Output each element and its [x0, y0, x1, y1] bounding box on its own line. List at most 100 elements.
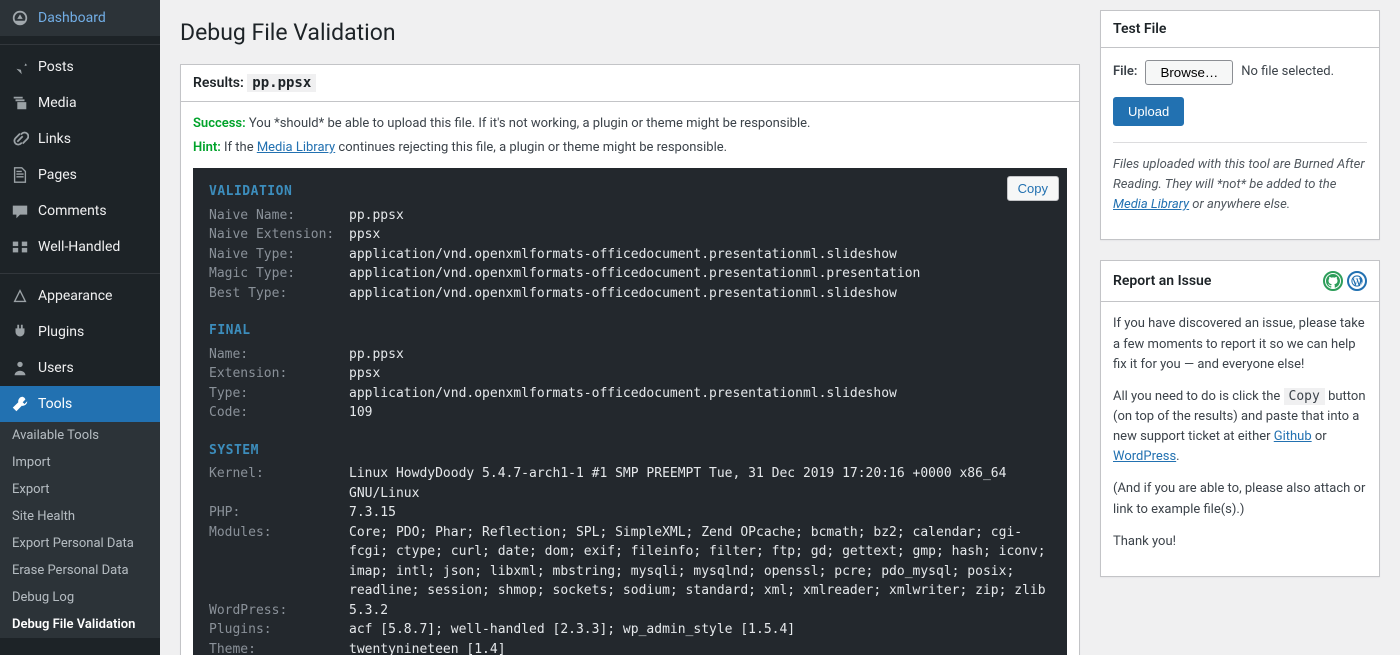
menu-dashboard[interactable]: Dashboard	[0, 0, 160, 36]
menu-comments[interactable]: Comments	[0, 193, 160, 229]
test-file-title: Test File	[1101, 11, 1379, 48]
menu-wellhandled[interactable]: Well-Handled	[0, 229, 160, 265]
row-php: PHP:7.3.15	[209, 503, 1051, 523]
menu-label: Well-Handled	[38, 239, 120, 255]
browse-button[interactable]: Browse…	[1145, 60, 1233, 85]
success-label: Success:	[193, 116, 246, 131]
pin-icon	[10, 57, 30, 77]
copy-code: Copy	[1284, 388, 1325, 405]
test-file-box: Test File File: Browse… No file selected…	[1100, 10, 1380, 240]
menu-label: Comments	[38, 203, 107, 219]
wellhandled-icon	[10, 237, 30, 257]
main-content: Debug File Validation Results: pp.ppsx S…	[160, 0, 1400, 655]
github-link[interactable]: Github	[1274, 429, 1312, 444]
report-title: Report an Issue	[1101, 261, 1379, 302]
page-title: Debug File Validation	[180, 19, 1080, 46]
success-line: Success: You *should* be able to upload …	[193, 114, 1067, 134]
dashboard-icon	[10, 8, 30, 28]
success-text: You *should* be able to upload this file…	[249, 116, 811, 131]
menu-pages[interactable]: Pages	[0, 157, 160, 193]
debug-output: Copy VALIDATION Naive Name:pp.ppsx Naive…	[193, 168, 1067, 655]
links-icon	[10, 129, 30, 149]
final-section: FINAL Name:pp.ppsx Extension:ppsx Type:a…	[209, 321, 1051, 423]
row-final-type: Type:application/vnd.openxmlformats-offi…	[209, 384, 1051, 404]
menu-media[interactable]: Media	[0, 85, 160, 121]
menu-label: Tools	[38, 396, 72, 412]
hint-label: Hint:	[193, 140, 221, 155]
hint-pre: If the	[224, 140, 257, 155]
row-kernel: Kernel:Linux HowdyDoody 5.4.7-arch1-1 #1…	[209, 464, 1051, 503]
menu-label: Media	[38, 95, 77, 111]
tools-icon	[10, 394, 30, 414]
system-title: SYSTEM	[209, 441, 1051, 461]
menu-plugins[interactable]: Plugins	[0, 314, 160, 350]
row-final-name: Name:pp.ppsx	[209, 345, 1051, 365]
final-title: FINAL	[209, 321, 1051, 341]
menu-separator	[0, 269, 160, 274]
menu-users[interactable]: Users	[0, 350, 160, 386]
wordpress-link[interactable]: WordPress	[1113, 449, 1176, 464]
media-library-link-2[interactable]: Media Library	[1113, 197, 1189, 212]
submenu-export-personal[interactable]: Export Personal Data	[0, 530, 160, 557]
menu-label: Users	[38, 360, 74, 376]
validation-section: VALIDATION Naive Name:pp.ppsx Naive Exte…	[209, 182, 1051, 303]
sidebar-right: Test File File: Browse… No file selected…	[1100, 10, 1380, 597]
submenu-site-health[interactable]: Site Health	[0, 503, 160, 530]
row-final-code: Code:109	[209, 403, 1051, 423]
menu-appearance[interactable]: Appearance	[0, 278, 160, 314]
row-plugins: Plugins:acf [5.8.7]; well-handled [2.3.3…	[209, 620, 1051, 640]
menu-label: Links	[38, 131, 71, 147]
hint-post: continues rejecting this file, a plugin …	[335, 140, 727, 155]
menu-label: Dashboard	[38, 10, 106, 26]
row-magic-type: Magic Type:application/vnd.openxmlformat…	[209, 264, 1051, 284]
row-theme: Theme:twentynineteen [1.4]	[209, 640, 1051, 655]
results-filename: pp.ppsx	[247, 74, 316, 92]
file-label: File:	[1113, 62, 1137, 82]
hint-line: Hint: If the Media Library continues rej…	[193, 138, 1067, 158]
github-icon[interactable]	[1323, 271, 1343, 291]
menu-label: Appearance	[38, 288, 112, 304]
row-naive-name: Naive Name:pp.ppsx	[209, 206, 1051, 226]
menu-links[interactable]: Links	[0, 121, 160, 157]
upload-button[interactable]: Upload	[1113, 97, 1184, 126]
validation-title: VALIDATION	[209, 182, 1051, 202]
menu-tools[interactable]: Tools	[0, 386, 160, 422]
appearance-icon	[10, 286, 30, 306]
submenu-available-tools[interactable]: Available Tools	[0, 422, 160, 449]
wordpress-icon[interactable]	[1347, 271, 1367, 291]
submenu-erase-personal[interactable]: Erase Personal Data	[0, 557, 160, 584]
report-p3: (And if you are able to, please also att…	[1113, 479, 1367, 519]
report-p2: All you need to do is click the Copy but…	[1113, 387, 1367, 468]
menu-label: Posts	[38, 59, 74, 75]
pages-icon	[10, 165, 30, 185]
submenu-export[interactable]: Export	[0, 476, 160, 503]
row-final-ext: Extension:ppsx	[209, 364, 1051, 384]
report-p1: If you have discovered an issue, please …	[1113, 314, 1367, 374]
results-panel: Results: pp.ppsx Success: You *should* b…	[180, 64, 1080, 655]
menu-posts[interactable]: Posts	[0, 49, 160, 85]
report-issue-box: Report an Issue If you have discovered a…	[1100, 260, 1380, 576]
report-p4: Thank you!	[1113, 532, 1367, 552]
submenu-import[interactable]: Import	[0, 449, 160, 476]
users-icon	[10, 358, 30, 378]
media-icon	[10, 93, 30, 113]
results-label: Results:	[193, 75, 244, 91]
submenu-debug-file-validation[interactable]: Debug File Validation	[0, 611, 160, 638]
row-naive-ext: Naive Extension:ppsx	[209, 225, 1051, 245]
system-section: SYSTEM Kernel:Linux HowdyDoody 5.4.7-arc…	[209, 441, 1051, 655]
menu-label: Plugins	[38, 324, 84, 340]
media-library-link[interactable]: Media Library	[257, 140, 335, 155]
row-best-type: Best Type:application/vnd.openxmlformats…	[209, 284, 1051, 304]
menu-separator	[0, 40, 160, 45]
admin-sidebar: Dashboard Posts Media Links Pages Commen…	[0, 0, 160, 655]
upload-note: Files uploaded with this tool are Burned…	[1113, 142, 1367, 215]
tools-submenu: Available Tools Import Export Site Healt…	[0, 422, 160, 638]
plugins-icon	[10, 322, 30, 342]
comments-icon	[10, 201, 30, 221]
row-naive-type: Naive Type:application/vnd.openxmlformat…	[209, 245, 1051, 265]
submenu-debug-log[interactable]: Debug Log	[0, 584, 160, 611]
results-heading: Results: pp.ppsx	[181, 65, 1079, 102]
no-file-text: No file selected.	[1241, 62, 1334, 82]
row-modules: Modules:Core; PDO; Phar; Reflection; SPL…	[209, 523, 1051, 601]
copy-button[interactable]: Copy	[1007, 176, 1059, 201]
